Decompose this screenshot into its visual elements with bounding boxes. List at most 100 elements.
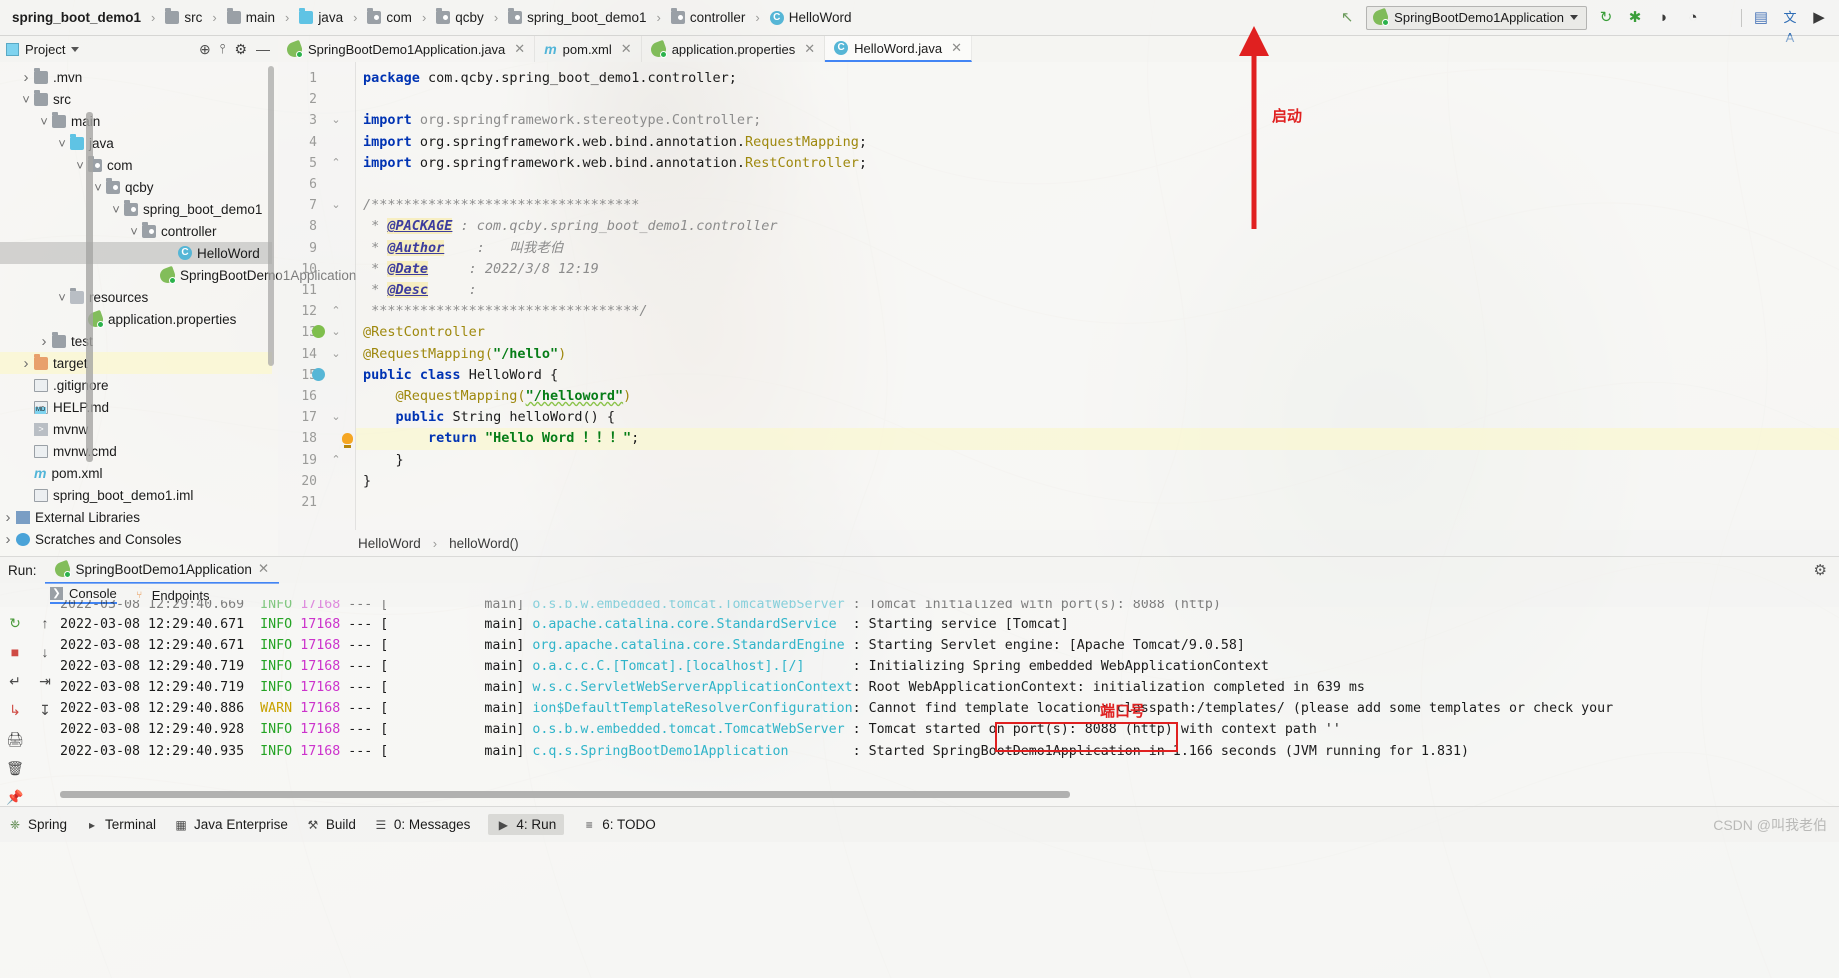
status-bar-spring[interactable]: ❈ Spring (8, 817, 67, 832)
tree-item[interactable]: src (0, 88, 272, 110)
tree-item[interactable]: main (0, 110, 272, 132)
code-fold-marker[interactable]: ⌄ (329, 110, 343, 131)
code-fold-marker[interactable]: ⌃ (329, 153, 343, 174)
settings-icon[interactable]: ⚙ (234, 41, 247, 58)
clear-all-icon[interactable]: 🗑 (5, 758, 25, 778)
tree-item[interactable]: > mvnw (0, 418, 272, 440)
tree-item[interactable]: controller (0, 220, 272, 242)
soft-wrap-icon[interactable]: ↵ (5, 671, 25, 691)
status-bar-0-messages[interactable]: ☰ 0: Messages (374, 817, 470, 832)
editor-code-area[interactable]: package com.qcby.spring_boot_demo1.contr… (342, 62, 1839, 530)
collapse-icon[interactable]: ⇥ (35, 671, 55, 691)
close-icon[interactable]: ✕ (514, 41, 525, 57)
tree-item[interactable]: mvnw.cmd (0, 440, 272, 462)
code-fold-marker[interactable]: ⌄ (329, 344, 343, 365)
project-tree-scrollbar[interactable] (268, 66, 274, 366)
tree-item[interactable]: java (0, 132, 272, 154)
rerun-icon[interactable]: ↻ (1596, 8, 1616, 28)
breadcrumb-item-src[interactable]: src (161, 8, 206, 27)
hide-icon[interactable]: — (256, 41, 270, 57)
intention-bulb-icon[interactable] (342, 433, 353, 449)
tree-expand-arrow[interactable] (18, 355, 34, 372)
profiler-icon[interactable]: ◔ (1683, 8, 1703, 28)
rerun-icon[interactable]: ↻ (5, 613, 25, 633)
breadcrumb-item-helloword[interactable]: C HelloWord (766, 8, 856, 27)
editor-tab-pom-xml[interactable]: m pom.xml ✕ (535, 36, 642, 62)
breadcrumb-item-spring-boot-demo1[interactable]: spring_boot_demo1 (504, 8, 650, 27)
editor-breadcrumb-item[interactable]: helloWord() (449, 536, 519, 551)
tree-expand-arrow[interactable] (36, 114, 52, 129)
code-fold-marker[interactable]: ⌃ (329, 301, 343, 322)
project-structure-icon[interactable]: ▤ (1751, 8, 1771, 28)
tree-item[interactable]: target (0, 352, 272, 374)
tree-item[interactable]: qcby (0, 176, 272, 198)
breadcrumb-item-com[interactable]: com (363, 8, 416, 27)
tree-expand-arrow[interactable] (54, 136, 70, 151)
tree-item[interactable]: External Libraries (0, 506, 272, 528)
close-icon[interactable]: ✕ (951, 40, 962, 56)
tree-expand-arrow[interactable] (0, 531, 16, 548)
pin-icon[interactable]: 📌 (5, 787, 25, 807)
tree-item[interactable]: MD HELP.md (0, 396, 272, 418)
gear-icon[interactable]: ⚙ (1814, 561, 1839, 579)
class-run-icon[interactable] (312, 367, 325, 381)
tree-expand-arrow[interactable] (54, 290, 70, 305)
scroll-up-icon[interactable]: ↑ (35, 613, 55, 633)
chevron-down-icon[interactable] (71, 46, 80, 52)
console-horizontal-scrollbar[interactable] (60, 791, 1070, 798)
tree-item[interactable]: C HelloWord (0, 242, 272, 264)
collapse-all-icon[interactable]: ⫯ (220, 41, 226, 57)
breadcrumb-item-controller[interactable]: controller (667, 8, 750, 27)
tree-item[interactable]: SpringBootDemo1Application (0, 264, 356, 286)
close-icon[interactable]: ✕ (804, 41, 815, 57)
breadcrumb-item-java[interactable]: java (295, 8, 347, 27)
back-arrow-icon[interactable]: ↖ (1337, 8, 1357, 28)
status-bar-6-todo[interactable]: ≡ 6: TODO (582, 817, 656, 832)
run-with-coverage-icon[interactable]: ◗ (1654, 8, 1674, 28)
translate-icon[interactable]: 文A (1780, 8, 1800, 45)
status-bar-build[interactable]: ⚒ Build (306, 817, 355, 832)
tree-item[interactable]: resources (0, 286, 272, 308)
tree-item[interactable]: application.properties (0, 308, 272, 330)
tree-item[interactable]: spring_boot_demo1.iml (0, 484, 272, 506)
editor-breadcrumb-item[interactable]: HelloWord (358, 536, 421, 551)
tree-item[interactable]: .mvn (0, 66, 272, 88)
tree-item[interactable]: com (0, 154, 272, 176)
breadcrumb-item-main[interactable]: main (223, 8, 279, 27)
run-configuration-selector[interactable]: SpringBootDemo1Application (1366, 5, 1587, 30)
code-fold-marker[interactable]: ⌄ (329, 322, 343, 343)
code-editor[interactable]: 1 2 3 ⌄ 4 5 ⌃ 6 7 ⌄ 8 9 10 11 12 ⌃ 13 ⌄ 14 ⌄ 15 16 17 ⌄ 18 19 ⌃ 20 2… (278, 62, 1839, 530)
code-fold-marker[interactable]: ⌄ (329, 195, 343, 216)
breadcrumb-item-spring-boot-demo1[interactable]: spring_boot_demo1 (8, 8, 145, 27)
scroll-down-icon[interactable]: ↓ (35, 642, 55, 662)
print-icon[interactable]: 🖨 (5, 729, 25, 749)
breadcrumb-item-qcby[interactable]: qcby (432, 8, 488, 27)
tree-item[interactable]: spring_boot_demo1 (0, 198, 272, 220)
tree-item[interactable]: Scratches and Consoles (0, 528, 272, 550)
tree-expand-arrow[interactable] (18, 92, 34, 107)
locate-icon[interactable]: ⊕ (199, 41, 211, 58)
tree-expand-arrow[interactable] (126, 224, 142, 239)
tree-expand-arrow[interactable] (108, 202, 124, 217)
tree-expand-arrow[interactable] (0, 509, 16, 526)
run-tab-springbootdemo1application[interactable]: SpringBootDemo1Application ✕ (44, 557, 280, 584)
editor-tab-springbootdemo1application-java[interactable]: SpringBootDemo1Application.java ✕ (278, 36, 536, 62)
exit-icon[interactable]: ↳ (5, 700, 25, 720)
close-icon[interactable]: ✕ (258, 561, 269, 577)
status-bar-terminal[interactable]: ▸ Terminal (85, 817, 156, 832)
code-fold-marker[interactable]: ⌃ (329, 450, 343, 471)
tree-item[interactable]: .gitignore (0, 374, 272, 396)
status-bar-4-run[interactable]: ▶ 4: Run (488, 814, 565, 835)
tree-item[interactable]: m pom.xml (0, 462, 272, 484)
editor-tab-helloword-java[interactable]: C HelloWord.java ✕ (825, 36, 972, 62)
spring-bean-icon[interactable] (312, 325, 325, 339)
stop-icon[interactable] (1712, 8, 1732, 28)
tree-expand-arrow[interactable] (36, 333, 52, 350)
close-icon[interactable]: ✕ (621, 41, 632, 57)
stop-icon[interactable]: ■ (5, 642, 25, 662)
editor-tab-application-properties[interactable]: application.properties ✕ (642, 36, 826, 62)
code-fold-marker[interactable]: ⌄ (329, 407, 343, 428)
tree-item[interactable]: test (0, 330, 272, 352)
search-everywhere-icon[interactable]: ▶ (1809, 8, 1829, 28)
tree-expand-arrow[interactable] (18, 69, 34, 86)
